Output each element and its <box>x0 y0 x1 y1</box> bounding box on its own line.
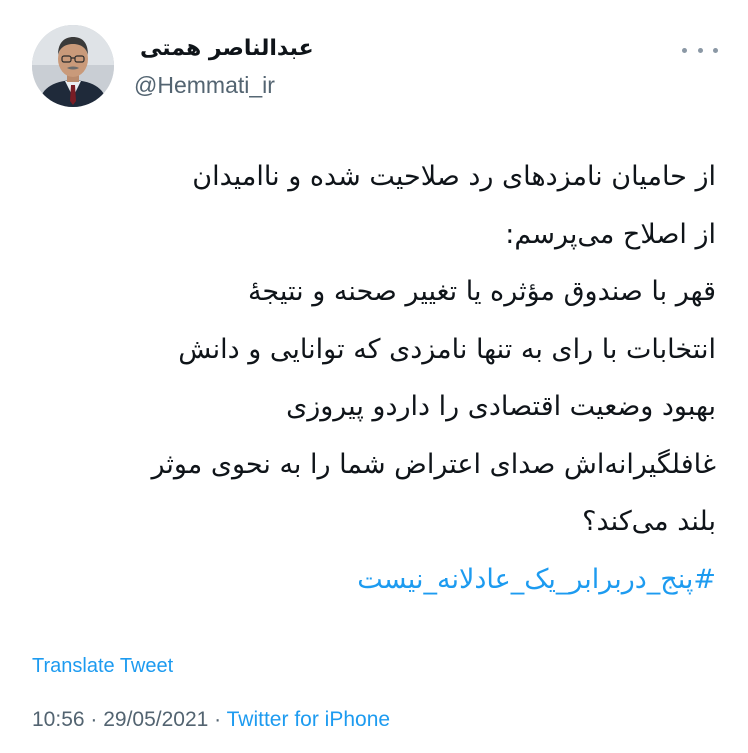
tweet-line: قهر با صندوق مؤثره یا تغییر صحنه و نتیجه… <box>247 276 716 307</box>
tweet-meta: 10:56 · 29/05/2021 · Twitter for iPhone <box>32 708 390 732</box>
tweet-date[interactable]: 29/05/2021 <box>103 708 208 731</box>
tweet-source-link[interactable]: Twitter for iPhone <box>227 708 390 731</box>
tweet-text: از حامیان نامزدهای رد صلاحیت شده و ناامی… <box>30 148 716 608</box>
dot <box>682 47 687 53</box>
more-options-icon[interactable] <box>682 40 718 60</box>
dot <box>713 47 718 53</box>
dot <box>697 47 703 53</box>
profile-photo-icon <box>32 25 114 107</box>
avatar[interactable] <box>32 25 114 107</box>
tweet-line: از حامیان نامزدهای رد صلاحیت شده و ناامی… <box>192 161 716 192</box>
translate-tweet-link[interactable]: Translate Tweet <box>32 655 173 678</box>
tweet-time[interactable]: 10:56 <box>32 708 85 731</box>
tweet-card: عبدالناصر همتی @Hemmati_ir از حامیان نام… <box>0 0 748 753</box>
author-handle[interactable]: @Hemmati_ir <box>134 72 275 99</box>
author-name[interactable]: عبدالناصر همتی <box>140 36 314 61</box>
tweet-line: انتخابات با رای به تنها نامزدی که توانای… <box>178 333 716 365</box>
tweet-line: بهبود وضعیت اقتصادی را داردو پیروزی <box>286 391 716 422</box>
tweet-line: غافلگیرانه‌اش صدای اعتراض شما را به نحوی… <box>151 448 716 480</box>
meta-separator: · <box>208 708 227 731</box>
tweet-line: از اصلاح می‌پرسم: <box>505 218 716 250</box>
tweet-line: بلند می‌کند؟ <box>582 506 716 537</box>
hashtag-link[interactable]: #پنج_دربرابر_یک_عادلانه_نیست <box>30 551 716 609</box>
meta-separator: · <box>84 708 104 731</box>
